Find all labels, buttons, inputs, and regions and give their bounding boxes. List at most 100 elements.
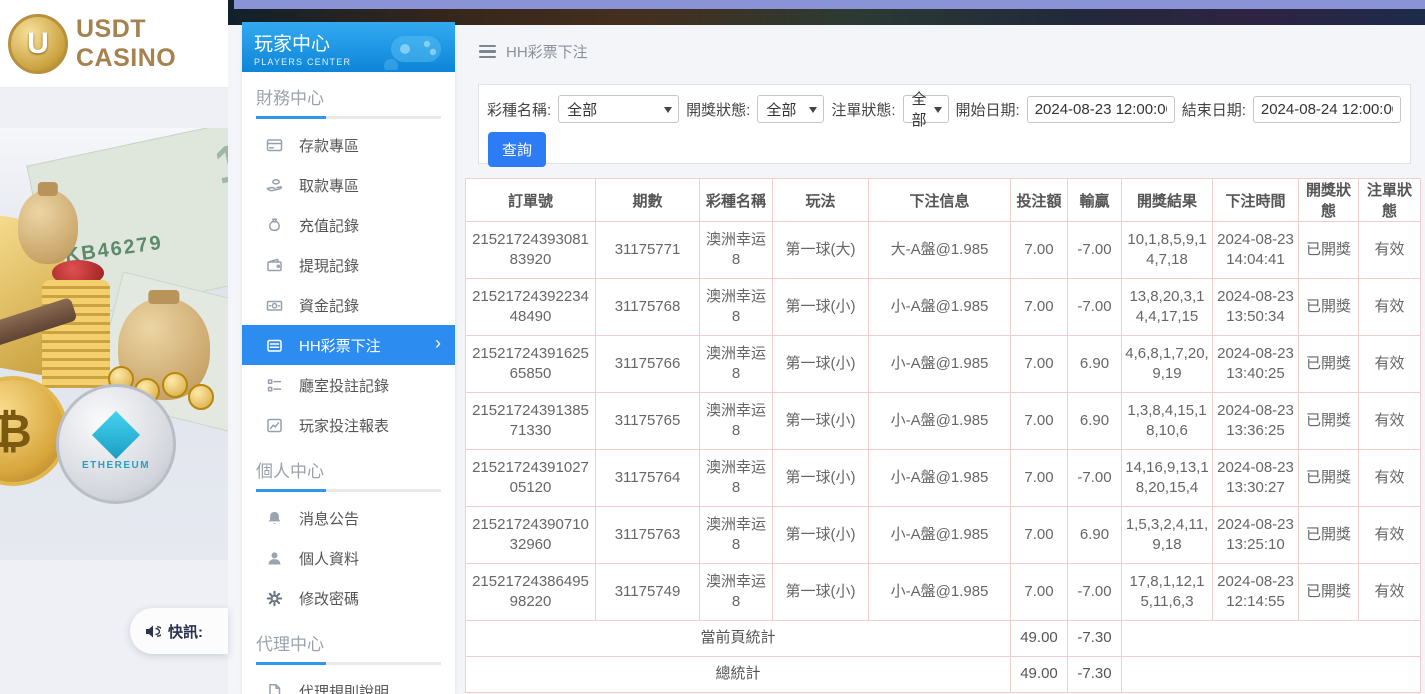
- lottery-name-label: 彩種名稱:: [487, 99, 551, 120]
- main-content: HH彩票下注 彩種名稱: 全部 開獎狀態: 全部 注單狀態: 全部 開始日期: …: [455, 25, 1425, 694]
- table-cell: 澳洲幸运8: [700, 564, 773, 621]
- sidebar-section-label: 財務中心: [242, 72, 455, 116]
- table-cell: -7.00: [1068, 222, 1122, 279]
- column-header: 彩種名稱: [700, 179, 773, 222]
- table-cell: 2152172439308183920: [466, 222, 596, 279]
- table-cell: 小-A盤@1.985: [869, 564, 1011, 621]
- sidebar-item-label: 取款專區: [299, 175, 359, 196]
- start-date-label: 開始日期:: [956, 99, 1020, 120]
- table-cell: 有效: [1359, 564, 1421, 621]
- summary-label: 總統計: [466, 657, 1011, 693]
- table-cell: 2152172439138571330: [466, 393, 596, 450]
- brand-logo[interactable]: U USDT CASINO: [0, 0, 228, 88]
- summary-row: 當前頁統計49.00-7.30: [466, 621, 1421, 657]
- sidebar-item[interactable]: 玩家投注報表: [242, 405, 455, 445]
- end-date-label: 結束日期:: [1182, 99, 1246, 120]
- summary-winloss-total: -7.30: [1068, 657, 1122, 693]
- table-cell: 小-A盤@1.985: [869, 507, 1011, 564]
- table-cell: 有效: [1359, 393, 1421, 450]
- brand-name: USDT CASINO: [76, 15, 228, 73]
- table-cell: 31175768: [596, 279, 700, 336]
- table-cell: 7.00: [1011, 450, 1068, 507]
- table-cell: 31175765: [596, 393, 700, 450]
- table-cell: 小-A盤@1.985: [869, 450, 1011, 507]
- table-cell: 有效: [1359, 450, 1421, 507]
- sidebar-item[interactable]: 存款專區: [242, 125, 455, 165]
- column-header: 下注時間: [1213, 179, 1299, 222]
- table-row: 215217243910270512031175764澳洲幸运8第一球(小)小-…: [466, 450, 1421, 507]
- table-cell: 第一球(小): [773, 279, 869, 336]
- summary-row: 總統計49.00-7.30: [466, 657, 1421, 693]
- gear-icon: [266, 590, 283, 607]
- table-cell: 31175763: [596, 507, 700, 564]
- table-cell: 已開獎: [1299, 222, 1359, 279]
- chevron-down-icon: [664, 107, 672, 113]
- section-divider: [256, 662, 441, 665]
- btc-symbol: ₿: [0, 404, 32, 458]
- bell-icon: [266, 510, 283, 527]
- sidebar-item[interactable]: 消息公告: [242, 498, 455, 538]
- table-cell: 第一球(小): [773, 564, 869, 621]
- column-header: 注單狀態: [1359, 179, 1421, 222]
- logo-letter: U: [27, 27, 49, 61]
- column-header: 輸贏: [1068, 179, 1122, 222]
- table-cell: 1,5,3,2,4,11,9,18: [1122, 507, 1213, 564]
- column-header: 玩法: [773, 179, 869, 222]
- sidebar-item[interactable]: 修改密碼: [242, 578, 455, 618]
- table-cell: 第一球(小): [773, 336, 869, 393]
- table-cell: 第一球(小): [773, 507, 869, 564]
- sidebar-item[interactable]: 個人資料: [242, 538, 455, 578]
- sidebar: 玩家中心 PLAYERS CENTER 財務中心存款專區取款專區充值記錄提現記錄…: [242, 22, 455, 694]
- order-status-select[interactable]: 全部: [903, 95, 949, 123]
- speaker-icon: [145, 624, 161, 639]
- summary-bet-total: 49.00: [1011, 657, 1068, 693]
- sidebar-item[interactable]: 代理規則說明: [242, 671, 455, 694]
- user-icon: [266, 550, 283, 567]
- summary-winloss-total: -7.30: [1068, 621, 1122, 657]
- table-cell: 大-A盤@1.985: [869, 222, 1011, 279]
- end-date-input[interactable]: [1253, 96, 1401, 123]
- table-row: 215217243930818392031175771澳洲幸运8第一球(大)大-…: [466, 222, 1421, 279]
- table-cell: 已開獎: [1299, 393, 1359, 450]
- sidebar-item-label: 玩家投注報表: [299, 415, 389, 436]
- table-row: 215217243907103296031175763澳洲幸运8第一球(小)小-…: [466, 507, 1421, 564]
- column-header: 開獎結果: [1122, 179, 1213, 222]
- table-cell: 7.00: [1011, 564, 1068, 621]
- money-bag-graphic: [18, 190, 78, 264]
- sidebar-item[interactable]: 取款專區: [242, 165, 455, 205]
- table-cell: 小-A盤@1.985: [869, 336, 1011, 393]
- sidebar-item[interactable]: 廳室投註記錄: [242, 365, 455, 405]
- hall-records-icon: [266, 377, 283, 394]
- menu-toggle-icon[interactable]: [479, 45, 496, 59]
- sidebar-item[interactable]: HH彩票下注›: [242, 325, 455, 365]
- table-cell: -7.00: [1068, 564, 1122, 621]
- table-cell: 31175764: [596, 450, 700, 507]
- sidebar-item-label: 提現記錄: [299, 255, 359, 276]
- sidebar-section-label: 代理中心: [242, 618, 455, 662]
- table-cell: 1,3,8,4,15,18,10,6: [1122, 393, 1213, 450]
- section-divider: [256, 489, 441, 492]
- page-title: HH彩票下注: [506, 41, 588, 62]
- chevron-right-icon: ›: [435, 333, 441, 354]
- lottery-name-select[interactable]: 全部: [558, 95, 679, 123]
- table-cell: 17,8,1,12,15,11,6,3: [1122, 564, 1213, 621]
- report-chart-icon: [266, 417, 283, 434]
- table-cell: 14,16,9,13,18,20,15,4: [1122, 450, 1213, 507]
- start-date-input[interactable]: [1027, 96, 1175, 123]
- table-cell: 澳洲幸运8: [700, 336, 773, 393]
- news-ticker[interactable]: 快訊:: [130, 608, 228, 654]
- ethereum-label: ETHEREUM: [82, 460, 150, 471]
- sidebar-item[interactable]: 充值記錄: [242, 205, 455, 245]
- draw-status-select[interactable]: 全部: [757, 95, 824, 123]
- table-cell: 2024-08-23 13:30:27: [1213, 450, 1299, 507]
- sidebar-item[interactable]: 提現記錄: [242, 245, 455, 285]
- table-row: 215217243922344849031175768澳洲幸运8第一球(小)小-…: [466, 279, 1421, 336]
- summary-bet-total: 49.00: [1011, 621, 1068, 657]
- search-button[interactable]: 查詢: [488, 132, 546, 167]
- table-cell: 有效: [1359, 279, 1421, 336]
- sidebar-item[interactable]: 資金記錄: [242, 285, 455, 325]
- card-icon: [266, 137, 283, 154]
- brand-coin-icon: U: [8, 14, 68, 74]
- summary-empty: [1122, 657, 1421, 693]
- wallet-icon: [266, 257, 283, 274]
